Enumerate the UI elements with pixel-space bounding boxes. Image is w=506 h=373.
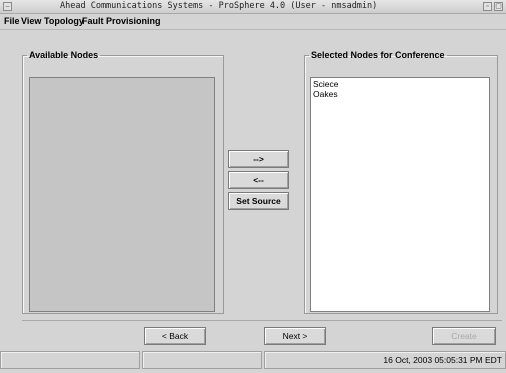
menu-file[interactable]: File (4, 16, 20, 26)
menu-fault[interactable]: Fault (82, 16, 104, 26)
main-content: Available Nodes --> <-- Set Source Selec… (4, 30, 502, 316)
selected-nodes-group: Selected Nodes for Conference Sciece Oak… (304, 50, 498, 314)
status-datetime: 16 Oct, 2003 05:05:31 PM EDT (264, 351, 506, 369)
back-button-label: < Back (161, 331, 189, 341)
list-item[interactable]: Oakes (311, 89, 489, 99)
menu-bar: File View Topology Fault Provisioning (0, 14, 506, 30)
menu-topology[interactable]: Topology (44, 16, 84, 26)
window-menu-icon[interactable]: – (3, 2, 12, 11)
selected-nodes-legend: Selected Nodes for Conference (311, 50, 445, 60)
next-button[interactable]: Next > (264, 327, 326, 345)
menu-view[interactable]: View (21, 16, 41, 26)
available-nodes-legend: Available Nodes (29, 50, 99, 60)
maximize-icon[interactable]: ▢ (494, 2, 503, 11)
status-cell (142, 351, 262, 369)
back-button[interactable]: < Back (144, 327, 206, 345)
wizard-button-bar: < Back Next > Create (22, 320, 502, 349)
add-node-button[interactable]: --> (228, 150, 289, 168)
create-button[interactable]: Create (432, 327, 496, 345)
create-button-label: Create (451, 331, 477, 341)
available-nodes-list[interactable] (29, 77, 215, 312)
list-item[interactable]: Sciece (311, 79, 489, 89)
window-title: Ahead Communications Systems - ProSphere… (60, 1, 378, 11)
title-bar: – Ahead Communications Systems - ProSphe… (0, 0, 506, 14)
status-bar: 16 Oct, 2003 05:05:31 PM EDT (0, 351, 506, 369)
remove-node-button[interactable]: <-- (228, 171, 289, 189)
next-button-label: Next > (282, 331, 308, 341)
available-nodes-group: Available Nodes (22, 50, 224, 314)
set-source-button[interactable]: Set Source (228, 192, 289, 210)
menu-provisioning[interactable]: Provisioning (106, 16, 161, 26)
status-cell (0, 351, 140, 369)
minimize-icon[interactable]: ▫ (483, 2, 492, 11)
selected-nodes-list[interactable]: Sciece Oakes (310, 77, 490, 312)
